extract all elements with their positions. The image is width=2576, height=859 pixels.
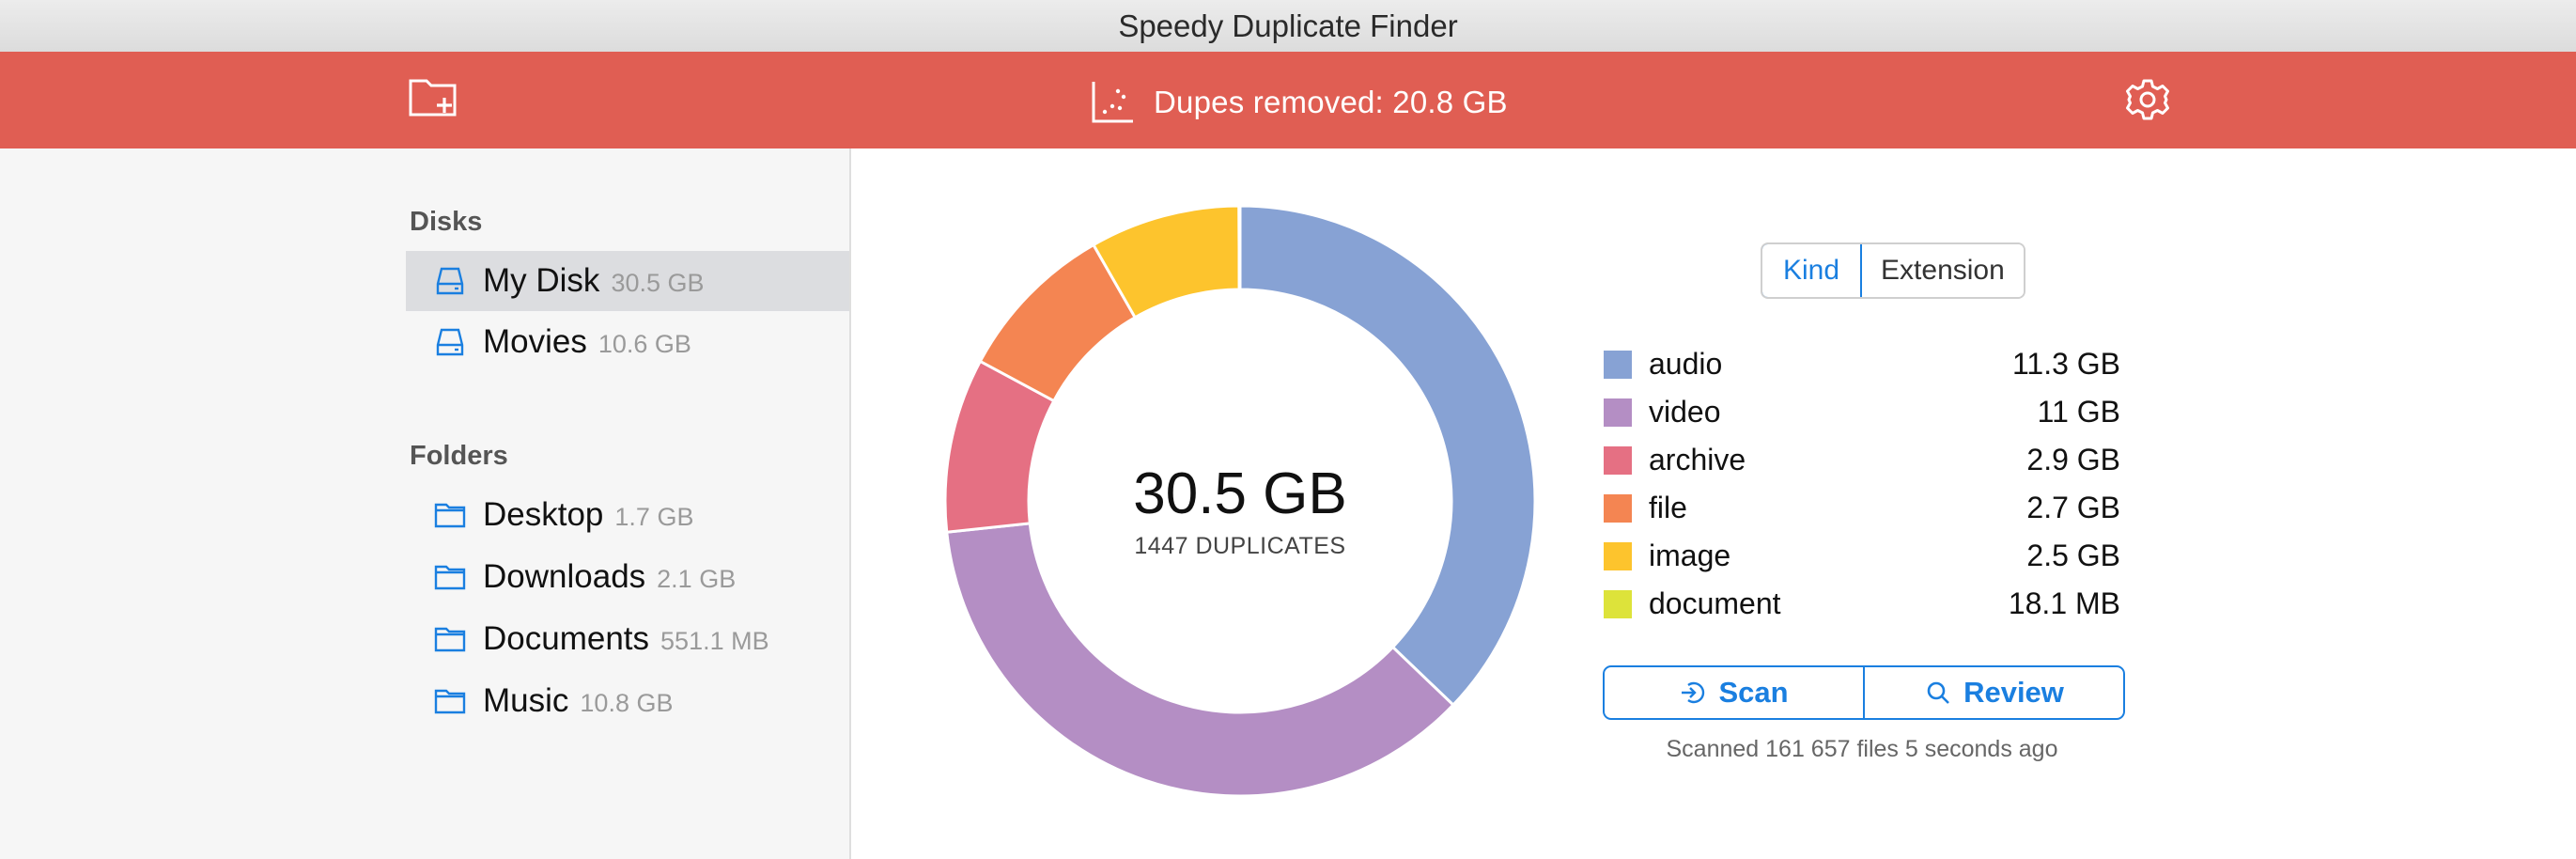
folder-name: Music — [483, 682, 569, 719]
legend-swatch — [1604, 493, 1632, 523]
sidebar-item-documents[interactable]: Documents 551.1 MB — [406, 609, 849, 669]
legend-value: 11 GB — [2037, 395, 2120, 429]
donut-slice-audio[interactable] — [1238, 204, 1537, 708]
folder-name: Documents — [483, 620, 650, 657]
legend-swatch — [1604, 398, 1632, 427]
donut-slice-video[interactable] — [945, 522, 1455, 798]
legend-label: video — [1649, 395, 1721, 429]
disk-name: Movies — [483, 323, 587, 360]
legend-item[interactable]: archive 2.9 GB — [1604, 436, 2120, 484]
sidebar: Disks My Disk 30.5 GB Movies 10.6 GB Fol… — [0, 148, 851, 859]
legend-label: audio — [1649, 347, 1723, 381]
scatter-chart-icon — [1090, 80, 1135, 125]
disks-header: Disks — [410, 207, 483, 237]
dupes-removed-stat: Dupes removed: 20.8 GB — [1090, 80, 1508, 125]
folder-size: 2.1 GB — [657, 564, 737, 593]
title-bar: Speedy Duplicate Finder — [0, 0, 2576, 53]
scan-status: Scanned 161 657 files 5 seconds ago — [1666, 736, 2058, 762]
duplicates-count: 1447 DUPLICATES — [1134, 533, 1346, 559]
donut-slice-document[interactable] — [1237, 204, 1242, 291]
sidebar-item-music[interactable]: Music 10.8 GB — [406, 671, 849, 731]
folders-header: Folders — [410, 441, 508, 471]
folder-icon — [434, 499, 466, 531]
legend-item[interactable]: audio 11.3 GB — [1604, 340, 2120, 388]
legend-swatch — [1604, 350, 1632, 379]
tab-kind[interactable]: Kind — [1761, 244, 1863, 297]
folder-size: 10.8 GB — [580, 688, 674, 717]
legend-swatch — [1604, 541, 1632, 570]
folder-name: Desktop — [483, 496, 604, 533]
scan-button[interactable]: Scan — [1605, 667, 1863, 718]
disk-icon — [434, 265, 466, 297]
legend-value: 18.1 MB — [2008, 586, 2120, 620]
disk-size: 10.6 GB — [597, 329, 691, 358]
legend-value: 2.7 GB — [2026, 491, 2120, 524]
scan-icon — [1682, 681, 1705, 704]
legend-label: file — [1649, 491, 1687, 524]
sidebar-item-movies[interactable]: Movies 10.6 GB — [406, 312, 849, 372]
disk-icon — [434, 326, 466, 358]
view-toggle: Kind Extension — [1761, 242, 2025, 299]
legend-swatch — [1604, 589, 1632, 618]
search-icon — [1927, 681, 1949, 704]
folder-icon — [434, 685, 466, 717]
action-buttons: Scan Review — [1603, 665, 2125, 720]
folder-icon — [434, 561, 466, 593]
scan-label: Scan — [1718, 676, 1789, 709]
folder-size: 551.1 MB — [660, 626, 769, 655]
folder-icon — [434, 623, 466, 655]
gear-icon[interactable] — [2125, 77, 2170, 122]
dupes-removed-label: Dupes removed: 20.8 GB — [1154, 85, 1508, 119]
total-size: 30.5 GB — [1133, 461, 1347, 526]
review-button[interactable]: Review — [1863, 667, 2123, 718]
legend-value: 2.9 GB — [2026, 443, 2120, 476]
legend-label: archive — [1649, 443, 1746, 476]
folder-plus-icon[interactable] — [408, 75, 460, 120]
toolbar: Dupes removed: 20.8 GB — [0, 52, 2576, 148]
folder-name: Downloads — [483, 558, 646, 595]
disk-size: 30.5 GB — [611, 268, 705, 297]
legend-item[interactable]: document 18.1 MB — [1604, 580, 2120, 628]
legend-value: 11.3 GB — [2011, 347, 2120, 381]
legend-swatch — [1604, 445, 1632, 475]
legend-item[interactable]: image 2.5 GB — [1604, 532, 2120, 580]
disk-name: My Disk — [483, 262, 600, 299]
legend-label: image — [1649, 539, 1731, 572]
legend-item[interactable]: file 2.7 GB — [1604, 484, 2120, 532]
legend: audio 11.3 GB video 11 GB archive 2.9 GB… — [1604, 340, 2120, 628]
sidebar-item-downloads[interactable]: Downloads 2.1 GB — [406, 547, 849, 607]
window-title: Speedy Duplicate Finder — [1118, 8, 1458, 43]
review-label: Review — [1963, 676, 2064, 709]
legend-value: 2.5 GB — [2026, 539, 2120, 572]
sidebar-item-desktop[interactable]: Desktop 1.7 GB — [406, 485, 849, 545]
tab-extension[interactable]: Extension — [1862, 244, 2024, 297]
legend-item[interactable]: video 11 GB — [1604, 388, 2120, 436]
sidebar-item-my-disk[interactable]: My Disk 30.5 GB — [406, 251, 849, 311]
legend-label: document — [1649, 586, 1781, 620]
folder-size: 1.7 GB — [614, 502, 694, 531]
